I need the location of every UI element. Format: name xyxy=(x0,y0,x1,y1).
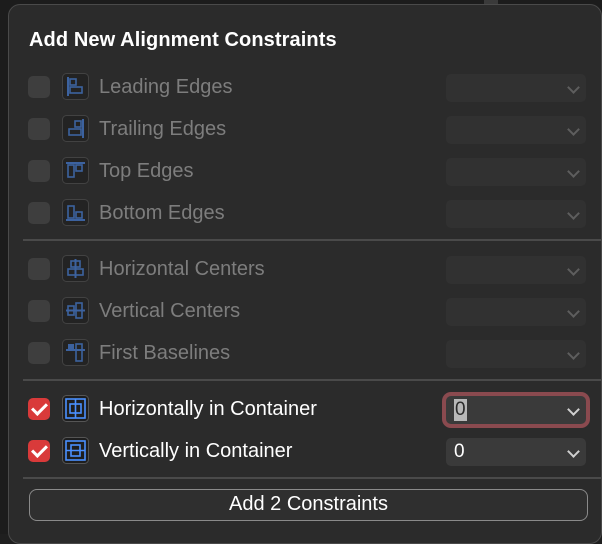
vertical-centers-icon xyxy=(62,297,89,324)
constraint-row-vertical-centers: Vertical Centers xyxy=(9,294,602,328)
vertical-centers-label: Vertical Centers xyxy=(99,300,241,322)
horizontally-in-container-checkbox[interactable] xyxy=(28,398,50,420)
bottom-edges-icon xyxy=(62,199,89,226)
section-divider xyxy=(23,477,602,479)
add-constraints-button[interactable]: Add 2 Constraints xyxy=(29,489,588,521)
constraint-row-horizontal-centers: Horizontal Centers xyxy=(9,252,602,286)
vertically-in-container-icon xyxy=(62,437,89,464)
horizontally-in-container-icon xyxy=(62,395,89,422)
chevron-down-icon xyxy=(567,123,580,136)
chevron-down-icon xyxy=(567,305,580,318)
first-baselines-icon xyxy=(62,339,89,366)
top-edges-offset-select[interactable] xyxy=(446,158,586,186)
vertically-in-container-offset-value: 0 xyxy=(454,441,465,462)
horizontal-centers-offset-select[interactable] xyxy=(446,256,586,284)
vertical-centers-offset-select[interactable] xyxy=(446,298,586,326)
chevron-down-icon xyxy=(567,347,580,360)
section-divider xyxy=(23,239,602,241)
chevron-down-icon xyxy=(567,403,580,416)
trailing-edges-checkbox[interactable] xyxy=(28,118,50,140)
constraint-row-bottom-edges: Bottom Edges xyxy=(9,196,602,230)
horizontal-centers-icon xyxy=(62,255,89,282)
constraint-row-horizontally-in-container: Horizontally in Container 0 xyxy=(9,392,602,426)
bottom-edges-offset-select[interactable] xyxy=(446,200,586,228)
section-divider xyxy=(23,379,602,381)
bottom-edges-checkbox[interactable] xyxy=(28,202,50,224)
top-edges-label: Top Edges xyxy=(99,160,194,182)
horizontal-centers-checkbox[interactable] xyxy=(28,258,50,280)
top-edges-checkbox[interactable] xyxy=(28,160,50,182)
chevron-down-icon xyxy=(567,445,580,458)
horizontally-in-container-offset-value[interactable]: 0 xyxy=(454,399,467,421)
trailing-edges-offset-select[interactable] xyxy=(446,116,586,144)
vertically-in-container-offset-select[interactable]: 0 xyxy=(446,438,586,466)
chevron-down-icon xyxy=(567,263,580,276)
bottom-edges-label: Bottom Edges xyxy=(99,202,225,224)
constraint-row-trailing-edges: Trailing Edges xyxy=(9,112,602,146)
vertically-in-container-label: Vertically in Container xyxy=(99,440,293,462)
trailing-edges-icon xyxy=(62,115,89,142)
leading-edges-offset-select[interactable] xyxy=(446,74,586,102)
chevron-down-icon xyxy=(567,165,580,178)
first-baselines-label: First Baselines xyxy=(99,342,231,364)
popover-title: Add New Alignment Constraints xyxy=(29,29,337,51)
leading-edges-checkbox[interactable] xyxy=(28,76,50,98)
vertically-in-container-checkbox[interactable] xyxy=(28,440,50,462)
chevron-down-icon xyxy=(567,207,580,220)
horizontally-in-container-offset-select[interactable]: 0 xyxy=(446,396,586,424)
horizontally-in-container-label: Horizontally in Container xyxy=(99,398,317,420)
chevron-down-icon xyxy=(567,81,580,94)
constraint-row-vertically-in-container: Vertically in Container 0 xyxy=(9,434,602,468)
add-alignment-constraints-popover: Add New Alignment Constraints Leading Ed… xyxy=(8,4,602,544)
top-edges-icon xyxy=(62,157,89,184)
trailing-edges-label: Trailing Edges xyxy=(99,118,227,140)
constraint-row-first-baselines: First Baselines xyxy=(9,336,602,370)
vertical-centers-checkbox[interactable] xyxy=(28,300,50,322)
first-baselines-offset-select[interactable] xyxy=(446,340,586,368)
leading-edges-label: Leading Edges xyxy=(99,76,233,98)
horizontal-centers-label: Horizontal Centers xyxy=(99,258,265,280)
constraint-row-top-edges: Top Edges xyxy=(9,154,602,188)
first-baselines-checkbox[interactable] xyxy=(28,342,50,364)
leading-edges-icon xyxy=(62,73,89,100)
constraint-row-leading-edges: Leading Edges xyxy=(9,70,602,104)
